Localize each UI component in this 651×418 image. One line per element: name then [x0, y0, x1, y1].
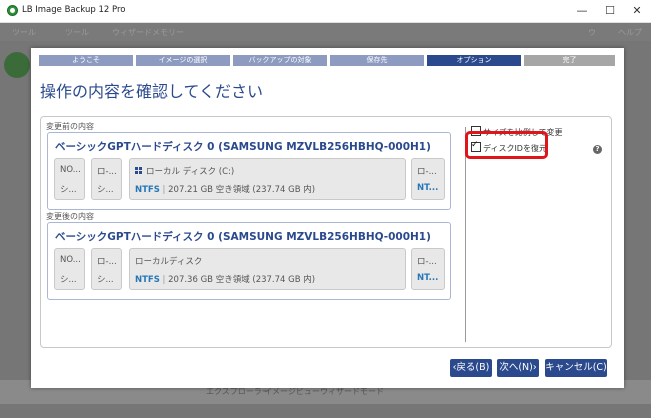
partition-name: ロ-... — [417, 257, 437, 267]
background-logo-icon — [4, 52, 30, 78]
background-menu-item: ツール — [12, 28, 36, 37]
close-button[interactable]: ✕ — [626, 3, 648, 19]
partition-block[interactable]: ロ-... NT... — [411, 248, 445, 290]
app-logo-icon — [7, 5, 18, 16]
partition-type: シ... — [97, 185, 114, 195]
highlight-box — [465, 131, 548, 159]
free-space-info: 207.21 GB 空き領域 (237.74 GB 内) — [168, 185, 316, 195]
partition-name: ロ-... — [97, 167, 117, 177]
partition-block-c[interactable]: ローカル ディスク (C:) NTFS | 207.21 GB 空き領域 (23… — [129, 158, 406, 200]
partition-block-c[interactable]: ローカルディスク NTFS | 207.36 GB 空き領域 (237.74 G… — [129, 248, 406, 290]
windows-icon — [135, 167, 143, 175]
background-menu-item: ウ — [588, 28, 596, 37]
next-button[interactable]: 次へ(N)› — [497, 359, 539, 377]
step-backup-target: バックアップの対象 — [233, 55, 327, 66]
page-title: 操作の内容を確認してください — [40, 82, 264, 101]
before-section-label: 変更前の内容 — [46, 122, 94, 131]
filesystem-label: NT... — [417, 183, 439, 193]
partition-name: NO... — [60, 165, 81, 175]
title-bar: LB Image Backup 12 Pro — ☐ ✕ — [0, 0, 651, 23]
partition-name: ローカル ディスク (C:) — [146, 167, 235, 177]
background-menu-item: ツール — [65, 28, 89, 37]
partition-block[interactable]: NO... シ... — [54, 248, 85, 290]
after-section-label: 変更後の内容 — [46, 212, 94, 221]
help-icon[interactable]: ? — [593, 145, 602, 154]
step-finish: 完了 — [524, 55, 615, 66]
before-disk-panel: ベーシックGPTハードディスク 0 (SAMSUNG MZVLB256HBHQ-… — [47, 132, 451, 210]
partition-block[interactable]: ロ-... NT... — [411, 158, 445, 200]
back-button[interactable]: ‹戻る(B) — [450, 359, 492, 377]
disk-title: ベーシックGPTハードディスク 0 (SAMSUNG MZVLB256HBHQ-… — [55, 141, 431, 153]
summary-panel: 変更前の内容 ベーシックGPTハードディスク 0 (SAMSUNG MZVLB2… — [40, 116, 612, 348]
partition-type: シ... — [60, 275, 77, 285]
partition-name: ローカルディスク — [135, 257, 203, 267]
filesystem-label: NTFS — [135, 185, 160, 195]
partition-block[interactable]: ロ-... シ... — [91, 248, 122, 290]
partition-name: NO... — [60, 255, 81, 265]
wizard-steps: ようこそ イメージの選択 バックアップの対象 保存先 オプション 完了 — [39, 55, 615, 66]
maximize-button[interactable]: ☐ — [599, 3, 621, 19]
step-destination: 保存先 — [330, 55, 424, 66]
wizard-dialog: ようこそ イメージの選択 バックアップの対象 保存先 オプション 完了 操作の内… — [31, 48, 624, 388]
divider — [465, 127, 466, 342]
partition-block[interactable]: ロ-... シ... — [91, 158, 122, 200]
step-image-select: イメージの選択 — [136, 55, 230, 66]
step-welcome: ようこそ — [39, 55, 133, 66]
background-menu-item: ヘルプ — [618, 28, 642, 37]
free-space-info: 207.36 GB 空き領域 (237.74 GB 内) — [168, 275, 316, 285]
filesystem-label: NTFS — [135, 275, 160, 285]
background-menu-item: ウィザードメモリー — [112, 28, 184, 37]
partition-type: シ... — [97, 275, 114, 285]
background-menubar — [0, 23, 651, 41]
step-options: オプション — [427, 55, 521, 66]
filesystem-label: NT... — [417, 273, 439, 283]
after-disk-panel: ベーシックGPTハードディスク 0 (SAMSUNG MZVLB256HBHQ-… — [47, 222, 451, 300]
window-title: LB Image Backup 12 Pro — [22, 5, 126, 15]
partition-name: ロ-... — [97, 257, 117, 267]
partition-name: ロ-... — [417, 167, 437, 177]
disk-title: ベーシックGPTハードディスク 0 (SAMSUNG MZVLB256HBHQ-… — [55, 231, 431, 243]
partition-type: シ... — [60, 185, 77, 195]
partition-block[interactable]: NO... シ... — [54, 158, 85, 200]
cancel-button[interactable]: キャンセル(C) — [545, 359, 607, 377]
minimize-button[interactable]: — — [571, 3, 593, 19]
